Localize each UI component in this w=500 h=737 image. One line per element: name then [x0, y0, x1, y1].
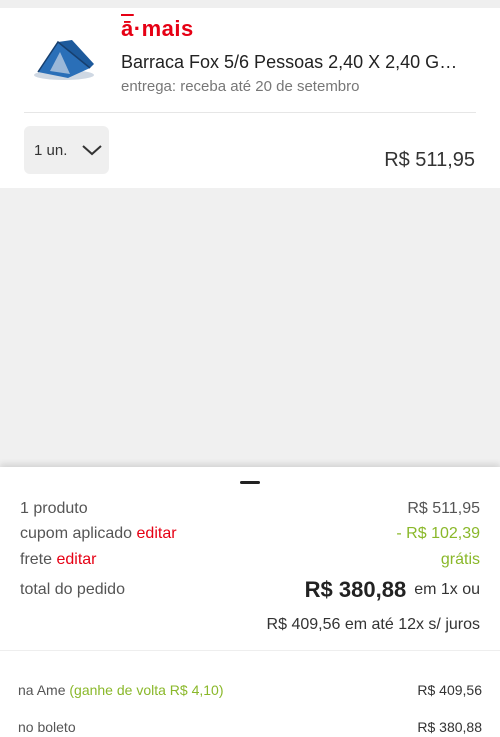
order-summary-sheet: 1 produto R$ 511,95 cupom aplicado edita…: [0, 467, 500, 737]
total-value: R$ 380,88: [304, 577, 407, 602]
summary-shipping-row: frete editar grátis: [20, 551, 480, 569]
item-price: R$ 511,95: [384, 149, 475, 171]
coupon-label: cupom aplicado: [20, 525, 133, 542]
total-installment: em 1x ou: [414, 581, 480, 598]
shipping-label: frete: [20, 551, 53, 568]
brand-logo: ā·mais: [121, 16, 194, 41]
chevron-down-icon: [82, 145, 103, 156]
delivery-estimate: entrega: receba até 20 de setembro: [121, 78, 360, 95]
edit-shipping-link[interactable]: editar: [56, 551, 96, 568]
top-strip: [0, 0, 500, 8]
products-label: 1 produto: [20, 500, 88, 517]
divider: [24, 112, 476, 113]
summary-total-row: total do pedido R$ 380,88 em 1x ou: [20, 577, 480, 603]
product-title[interactable]: Barraca Fox 5/6 Pessoas 2,40 X 2,40 Guep…: [121, 52, 461, 73]
edit-coupon-link[interactable]: editar: [137, 525, 177, 542]
summary-coupon-row: cupom aplicado editar - R$ 102,39: [20, 525, 480, 543]
products-value: R$ 511,95: [407, 500, 480, 517]
divider: [0, 650, 500, 651]
cart-item-card: ā·mais Barraca Fox 5/6 Pessoas 2,40 X 2,…: [0, 8, 500, 188]
sheet-handle[interactable]: [240, 481, 260, 484]
ame-label: na Ame: [18, 682, 66, 698]
ame-value: R$ 409,56: [417, 682, 482, 698]
installment-text: R$ 409,56 em até 12x s/ juros: [266, 616, 480, 633]
installment-info: R$ 409,56 em até 12x s/ juros: [20, 616, 480, 634]
shipping-value: grátis: [440, 551, 480, 568]
ame-cashback: (ganhe de volta R$ 4,10): [69, 682, 224, 698]
quantity-value: 1 un.: [34, 141, 68, 159]
boleto-label: no boleto: [18, 719, 76, 735]
payment-option-boleto[interactable]: no boleto R$ 380,88: [18, 719, 482, 735]
summary-products-row: 1 produto R$ 511,95: [20, 500, 480, 518]
quantity-select[interactable]: 1 un.: [24, 126, 109, 174]
total-label: total do pedido: [20, 581, 125, 598]
boleto-value: R$ 380,88: [417, 719, 482, 735]
payment-option-ame[interactable]: na Ame (ganhe de volta R$ 4,10) R$ 409,5…: [18, 682, 482, 698]
coupon-discount: - R$ 102,39: [396, 525, 480, 542]
tent-icon[interactable]: [28, 28, 100, 88]
